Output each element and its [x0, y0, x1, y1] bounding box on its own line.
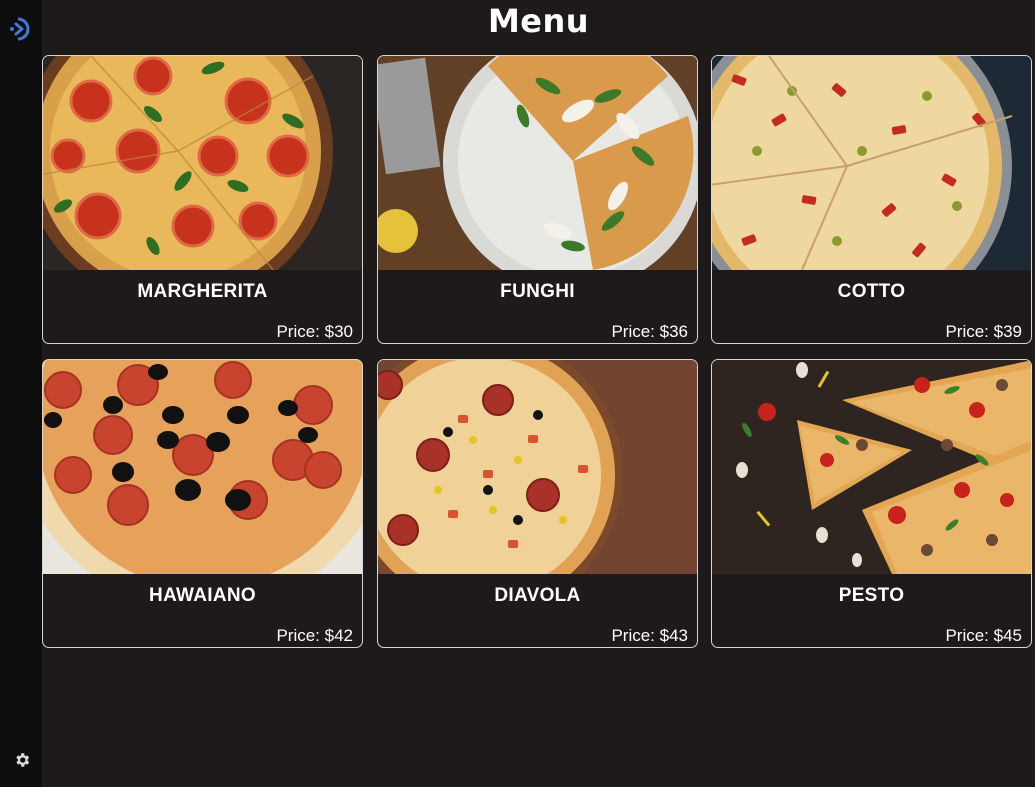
pizza-image: [712, 56, 1031, 270]
pizza-price: Price: $30: [276, 322, 353, 341]
pizza-price: Price: $43: [611, 626, 688, 645]
page-title: Menu: [487, 2, 590, 40]
app-logo-icon[interactable]: [9, 16, 35, 42]
pizza-image: [43, 360, 362, 574]
pizza-card-diavola[interactable]: DIAVOLA Price: $43: [377, 359, 698, 648]
pizza-card-cotto[interactable]: COTTO Price: $39: [711, 55, 1032, 344]
pizza-card-pesto[interactable]: PESTO Price: $45: [711, 359, 1032, 648]
pizza-price: Price: $45: [945, 626, 1022, 645]
pizza-price: Price: $39: [945, 322, 1022, 341]
pizza-image: [43, 56, 362, 270]
pizza-image: [378, 360, 697, 574]
main-content: Menu MARGHERITA Price: $30 FUNGHI Price:…: [42, 0, 1035, 787]
pizza-card-margherita[interactable]: MARGHERITA Price: $30: [42, 55, 363, 344]
pizza-price: Price: $42: [276, 626, 353, 645]
pizza-name: DIAVOLA: [494, 585, 581, 606]
pizza-name: PESTO: [838, 585, 905, 606]
pizza-card-hawaiano[interactable]: HAWAIANO Price: $42: [42, 359, 363, 648]
pizza-name: HAWAIANO: [149, 585, 256, 606]
pizza-price: Price: $36: [611, 322, 688, 341]
pizza-card-funghi[interactable]: FUNGHI Price: $36: [377, 55, 698, 344]
sidebar: [0, 0, 42, 787]
pizza-name: COTTO: [837, 281, 906, 302]
pizza-name: MARGHERITA: [137, 281, 268, 302]
gear-icon[interactable]: [13, 751, 31, 769]
pizza-image: [378, 56, 697, 270]
pizza-image: [712, 360, 1031, 574]
pizza-name: FUNGHI: [500, 281, 575, 302]
